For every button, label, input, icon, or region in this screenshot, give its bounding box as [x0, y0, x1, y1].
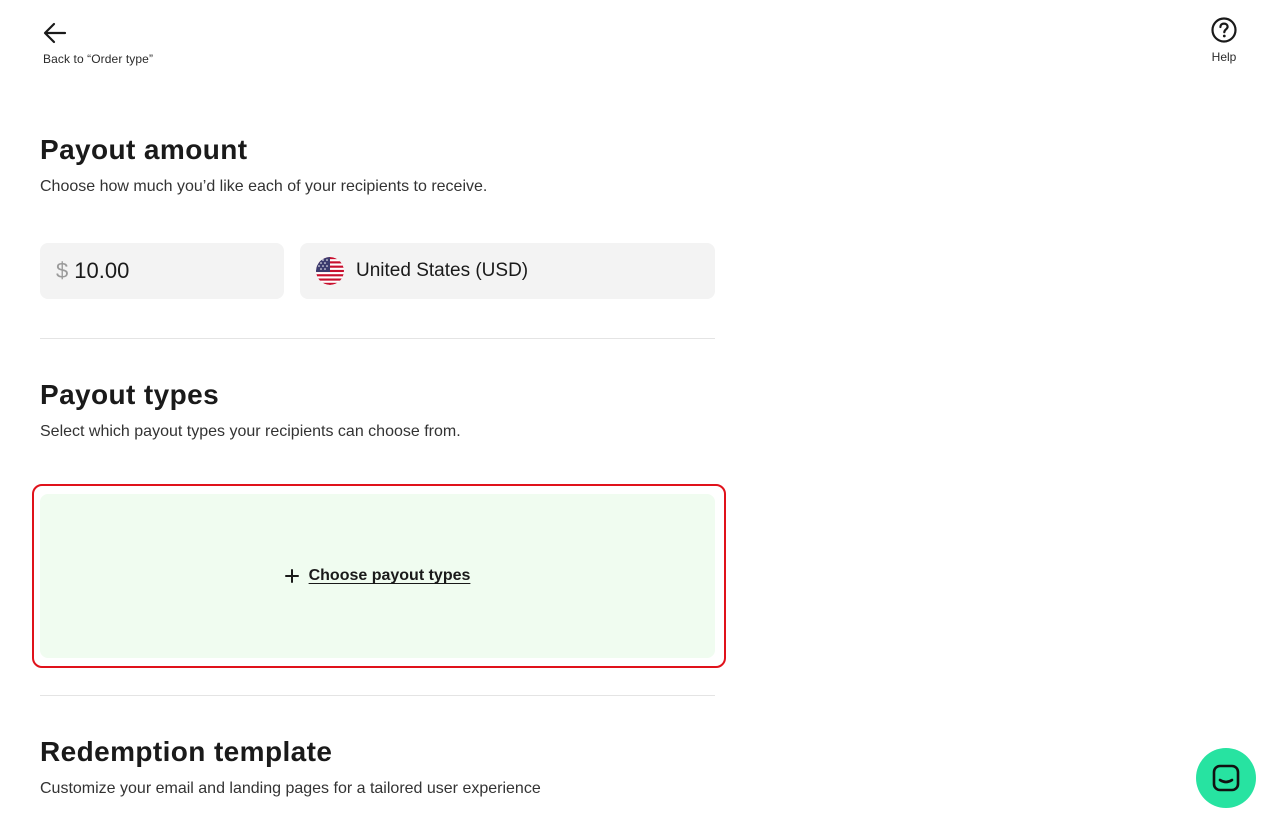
help-icon — [1211, 17, 1237, 43]
payout-types-title: Payout types — [40, 379, 220, 410]
back-label: Back to “Order type” — [43, 52, 154, 66]
page: Back to “Order type” Help Payout amount … — [0, 0, 1280, 832]
us-flag-icon — [316, 257, 344, 285]
help-label: Help — [1211, 50, 1237, 64]
payout-types-description: Select which payout types your recipient… — [40, 423, 461, 440]
choose-payout-types-label: Choose payout types — [308, 567, 471, 584]
divider — [40, 695, 715, 696]
plus-icon — [284, 569, 299, 583]
arrow-left-icon — [43, 22, 67, 44]
currency-symbol: $ — [56, 258, 69, 283]
redemption-template-title: Redemption template — [40, 736, 333, 767]
payout-amount-inputs: $ 10.00 United States (USD) — [40, 243, 715, 299]
payout-amount-title: Payout amount — [40, 134, 248, 165]
chat-icon — [1212, 764, 1240, 792]
payout-types-section: Payout types Select which payout types y… — [40, 379, 715, 441]
amount-input[interactable]: $ 10.00 — [40, 243, 284, 299]
back-button[interactable]: Back to “Order type” — [40, 18, 153, 66]
redemption-template-description: Customize your email and landing pages f… — [40, 780, 541, 797]
redemption-template-section: Redemption template Customize your email… — [40, 736, 715, 798]
payout-amount-section: Payout amount Choose how much you’d like… — [40, 134, 715, 196]
divider — [40, 338, 715, 339]
help-button[interactable]: Help — [1210, 16, 1238, 64]
payout-amount-description: Choose how much you’d like each of your … — [40, 178, 488, 195]
amount-value: 10.00 — [74, 258, 130, 283]
currency-select[interactable]: United States (USD) — [300, 243, 715, 299]
choose-payout-types-button[interactable]: Choose payout types — [40, 494, 715, 658]
currency-select-label: United States (USD) — [356, 260, 529, 281]
chat-launcher-button[interactable] — [1196, 748, 1256, 808]
